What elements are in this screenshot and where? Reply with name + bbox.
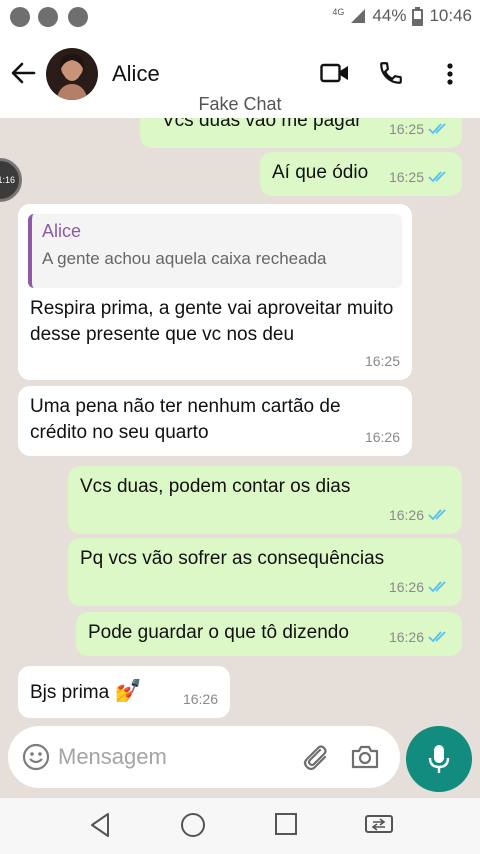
video-call-icon[interactable] <box>320 62 350 84</box>
nav-home-icon[interactable] <box>180 812 206 838</box>
message-bubble-incoming[interactable]: Bjs prima 💅 16:26 <box>18 666 230 718</box>
message-meta: 16:25 <box>389 118 450 142</box>
mic-icon <box>428 745 450 773</box>
phone-icon[interactable] <box>378 60 404 86</box>
message-meta: 16:26 <box>389 624 450 650</box>
chat-header: Alice Fake Chat <box>0 34 480 118</box>
message-input-container[interactable] <box>8 726 400 788</box>
chat-area[interactable]: Vcs duas vão me pagar 16:25 Aí que ódio … <box>0 118 480 722</box>
system-nav-bar <box>0 798 480 854</box>
signal-icon <box>351 9 366 23</box>
nav-switch-icon[interactable] <box>364 812 394 836</box>
nav-recents-icon[interactable] <box>274 812 298 836</box>
battery-saver-notification-icon <box>38 7 58 27</box>
attach-icon[interactable] <box>300 742 330 772</box>
message-meta: 16:26 <box>365 424 400 450</box>
voice-record-button[interactable] <box>406 726 472 792</box>
back-arrow-icon[interactable] <box>10 60 36 86</box>
message-time: 16:26 <box>364 429 400 445</box>
battery-icon <box>412 6 424 26</box>
quoted-message[interactable]: Alice A gente achou aquela caixa rechead… <box>28 214 402 288</box>
message-time: 16:25 <box>364 353 400 369</box>
message-bubble-outgoing[interactable]: Vcs duas vão me pagar 16:25 <box>140 118 462 148</box>
nav-back-icon[interactable] <box>88 812 112 838</box>
double-check-icon <box>428 509 446 521</box>
message-meta: 16:26 <box>389 574 450 600</box>
avatar[interactable] <box>46 48 98 100</box>
message-bubble-incoming[interactable]: Uma pena não ter nenhum cartão de crédit… <box>18 386 412 456</box>
message-bubble-outgoing[interactable]: Pq vcs vão sofrer as consequências 16:26 <box>68 538 462 606</box>
message-text: Respira prima, a gente vai aproveitar mu… <box>30 298 394 345</box>
message-meta: 16:26 <box>183 686 218 712</box>
message-input[interactable] <box>58 742 288 772</box>
contact-name[interactable]: Alice <box>112 61 160 87</box>
clock: 10:46 <box>429 6 472 25</box>
message-meta: 16:26 <box>389 502 450 528</box>
double-check-icon <box>428 631 446 643</box>
avatar-photo <box>56 54 88 100</box>
notification-dot-icon <box>68 7 88 27</box>
composer-bar <box>0 722 480 798</box>
message-meta: 16:25 <box>365 348 400 374</box>
quote-text: A gente achou aquela caixa recheada <box>42 249 327 268</box>
double-check-icon <box>428 171 446 183</box>
watermark-label: Fake Chat <box>198 94 282 114</box>
more-vert-icon[interactable] <box>446 62 454 86</box>
message-meta: 16:25 <box>389 164 450 190</box>
message-text: Pq vcs vão sofrer as consequências <box>80 548 385 569</box>
message-time: 16:26 <box>388 629 424 645</box>
message-time: 16:26 <box>182 691 218 707</box>
message-bubble-outgoing[interactable]: Vcs duas, podem contar os dias 16:26 <box>68 466 462 534</box>
message-time: 16:25 <box>388 169 424 185</box>
quote-author: Alice <box>42 221 82 241</box>
nail-polish-emoji: 💅 <box>114 678 142 703</box>
camera-icon[interactable] <box>350 744 380 770</box>
message-bubble-incoming[interactable]: Alice A gente achou aquela caixa rechead… <box>18 204 412 380</box>
message-bubble-outgoing[interactable]: Aí que ódio 16:25 <box>260 152 462 196</box>
battery-percent: 44% <box>372 6 407 25</box>
message-time: 16:25 <box>388 121 424 137</box>
notification-dot-icon <box>10 7 30 27</box>
double-check-icon <box>428 581 446 593</box>
message-text: Bjs prima <box>30 682 110 703</box>
network-type: 4G <box>332 7 345 17</box>
timer-badge[interactable]: 1:16 <box>0 158 22 202</box>
emoji-icon[interactable] <box>22 743 50 771</box>
message-time: 16:26 <box>388 507 424 523</box>
message-text: Uma pena não ter nenhum cartão de crédit… <box>30 396 341 443</box>
message-text: Vcs duas, podem contar os dias <box>80 476 351 497</box>
double-check-icon <box>428 123 446 135</box>
message-bubble-outgoing[interactable]: Pode guardar o que tô dizendo 16:26 <box>76 612 462 656</box>
status-bar: 4G 44% 10:46 <box>0 0 480 34</box>
message-time: 16:26 <box>388 579 424 595</box>
